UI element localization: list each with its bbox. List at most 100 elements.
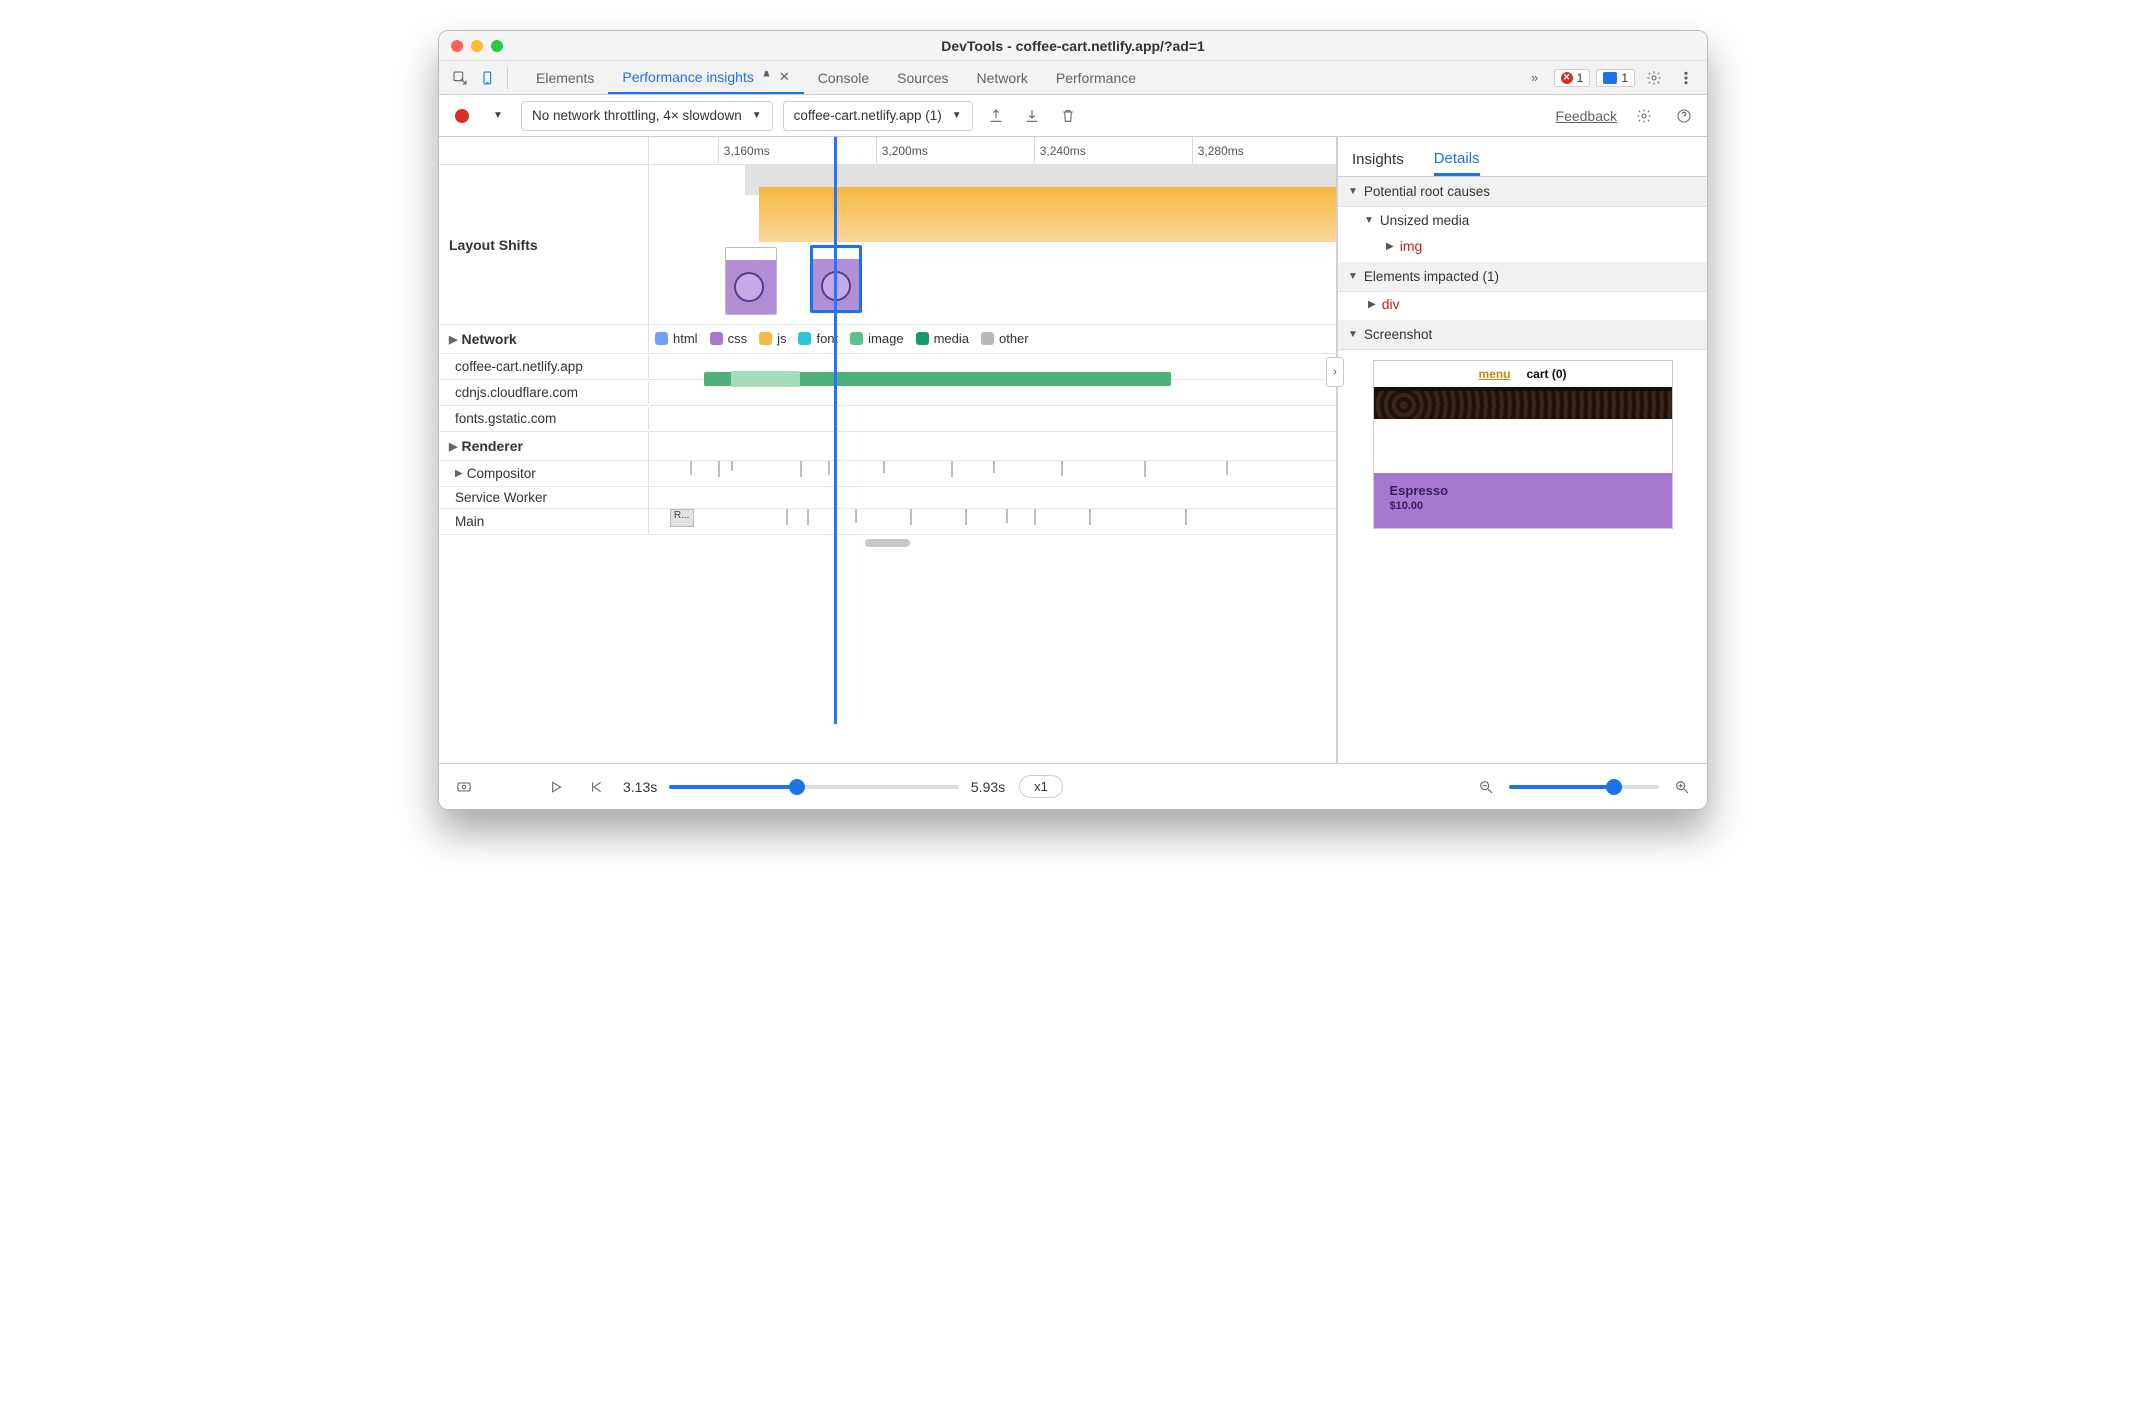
insights-toolbar: ▼ No network throttling, 4× slowdown ▼ c… [439,95,1707,137]
tab-elements[interactable]: Elements [522,61,608,94]
tab-performance-insights[interactable]: Performance insights ✕ [608,61,803,94]
zoom-out-icon[interactable] [1473,774,1499,800]
time-range: 3.13s 5.93s [623,779,1005,795]
network-host-1: cdnjs.cloudflare.com [439,381,649,404]
tab-details-detail[interactable]: Details [1434,150,1480,176]
record-button[interactable] [449,103,475,129]
screenshot-header[interactable]: ▼Screenshot [1338,320,1707,350]
preview-product-name: Espresso [1390,483,1656,498]
minimize-window-button[interactable] [471,40,483,52]
main-thread-row[interactable]: Main R... [439,509,1336,535]
zoom-controls [1473,774,1695,800]
pin-icon [760,70,773,83]
record-options-dropdown[interactable]: ▼ [485,103,511,129]
preview-product-price: $10.00 [1390,500,1656,512]
titlebar: DevTools - coffee-cart.netlify.app/?ad=1 [439,31,1707,61]
kebab-menu-icon[interactable] [1673,65,1699,91]
network-row-2[interactable]: fonts.gstatic.com [439,406,1336,432]
service-worker-row[interactable]: Service Worker [439,487,1336,509]
time-slider[interactable] [669,785,959,789]
devtools-window: DevTools - coffee-cart.netlify.app/?ad=1… [438,30,1708,810]
traffic-lights [439,40,503,52]
tab-insights-detail[interactable]: Insights [1352,151,1404,176]
cls-band [759,187,1336,242]
bottom-bar: 3.13s 5.93s x1 [439,763,1707,809]
tick-label: 3,280ms [1198,144,1244,158]
export-icon[interactable] [983,103,1009,129]
div-element-item[interactable]: ▶div [1338,292,1707,320]
close-tab-icon[interactable]: ✕ [779,69,790,85]
delete-icon[interactable] [1055,103,1081,129]
horizontal-scrollbar[interactable] [865,539,910,547]
go-to-start-button[interactable] [583,774,609,800]
tick-label: 3,200ms [882,144,928,158]
message-count: 1 [1621,71,1628,85]
section-label: Potential root causes [1364,184,1490,199]
collapse-right-pane-button[interactable]: › [1326,357,1344,387]
chevron-down-icon: ▼ [952,110,962,121]
settings-icon[interactable] [1641,65,1667,91]
network-host-0: coffee-cart.netlify.app [439,355,649,378]
tab-sources[interactable]: Sources [883,61,962,94]
root-causes-header[interactable]: ▼Potential root causes [1338,177,1707,207]
network-header[interactable]: ▶Network [439,325,649,353]
time-ruler[interactable]: 3,160ms 3,200ms 3,240ms 3,280ms [439,137,1336,165]
import-icon[interactable] [1019,103,1045,129]
elements-impacted-header[interactable]: ▼Elements impacted (1) [1338,262,1707,292]
message-badge[interactable]: 1 [1596,69,1635,87]
ruler-ticks: 3,160ms 3,200ms 3,240ms 3,280ms [649,137,1336,164]
zoom-knob[interactable] [1606,779,1622,795]
panel-tabs: Elements Performance insights ✕ Console … [522,61,1150,94]
preview-cart-link: cart (0) [1527,367,1567,381]
network-row-0[interactable]: coffee-cart.netlify.app [439,354,1336,380]
element-tag: img [1400,238,1423,254]
toggle-screenshots-icon[interactable] [451,774,477,800]
maximize-window-button[interactable] [491,40,503,52]
tab-label: Performance insights [622,69,754,85]
divider [507,67,508,89]
playhead[interactable] [834,137,837,724]
speed-pill[interactable]: x1 [1019,775,1063,798]
panel-settings-icon[interactable] [1631,103,1657,129]
inspect-element-icon[interactable] [447,65,473,91]
renderer-header[interactable]: ▶Renderer [439,432,649,460]
tab-network[interactable]: Network [963,61,1042,94]
layout-shifts-body[interactable] [649,165,1336,324]
throttling-dropdown[interactable]: No network throttling, 4× slowdown ▼ [521,101,773,131]
slider-fill [669,785,796,789]
tab-console[interactable]: Console [804,61,883,94]
section-label: Service Worker [439,487,649,508]
main-ticks: R... [649,509,1336,531]
page-select-dropdown[interactable]: coffee-cart.netlify.app (1) ▼ [783,101,973,131]
end-time-label: 5.93s [971,779,1005,795]
device-toolbar-icon[interactable] [475,65,501,91]
tab-performance[interactable]: Performance [1042,61,1150,94]
shift-thumb-1[interactable] [725,247,777,315]
zoom-slider[interactable] [1509,785,1659,789]
play-button[interactable] [543,774,569,800]
ruler-spacer [439,137,649,164]
help-icon[interactable] [1671,103,1697,129]
feedback-link[interactable]: Feedback [1556,108,1617,124]
close-window-button[interactable] [451,40,463,52]
tick-label: 3,240ms [1040,144,1086,158]
preview-product-card: Espresso $10.00 [1374,473,1672,528]
network-rows: coffee-cart.netlify.app cdnjs.cloudflare… [439,354,1336,432]
screenshot-preview: menu cart (0) Espresso $10.00 [1373,360,1673,529]
section-label: Network [461,331,516,347]
compositor-row[interactable]: ▶Compositor [439,461,1336,487]
error-badge[interactable]: ✕ 1 [1554,69,1591,87]
details-tabs: Insights Details [1338,137,1707,177]
network-host-2: fonts.gstatic.com [439,407,649,430]
item-label: Unsized media [1380,213,1469,228]
slider-knob[interactable] [789,779,805,795]
zoom-fill [1509,785,1614,789]
layout-shifts-header: Layout Shifts [439,165,649,324]
network-legend: html css js font image media other [649,327,1336,350]
img-element-item[interactable]: ▶img [1338,234,1707,262]
more-tabs-button[interactable]: » [1522,65,1548,91]
unsized-media-item[interactable]: ▼Unsized media [1338,207,1707,234]
zoom-in-icon[interactable] [1669,774,1695,800]
section-label: Screenshot [1364,327,1432,342]
section-label: Compositor [467,466,536,481]
